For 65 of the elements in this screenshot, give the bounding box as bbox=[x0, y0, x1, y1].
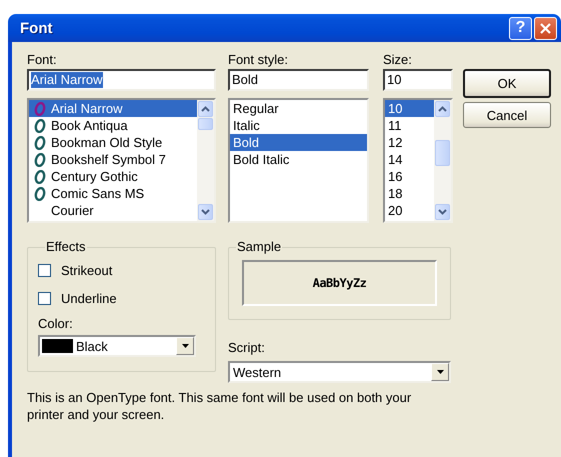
field-label: Color: bbox=[38, 316, 74, 333]
list-item[interactable]: Bookman Old Style bbox=[29, 134, 197, 151]
checkbox[interactable] bbox=[38, 292, 51, 304]
list-item[interactable]: 10 bbox=[385, 100, 434, 117]
list-item[interactable]: Bold bbox=[230, 134, 367, 151]
opentype-icon bbox=[34, 170, 46, 184]
field-label: Font style: bbox=[228, 52, 289, 69]
scroll-down-icon bbox=[201, 209, 210, 215]
scroll-thumb[interactable] bbox=[198, 118, 213, 130]
close-icon bbox=[540, 22, 551, 34]
field-label: Script: bbox=[228, 340, 266, 357]
scrollbar[interactable] bbox=[197, 100, 214, 221]
list-item[interactable]: Courier bbox=[29, 202, 197, 219]
ok-button[interactable]: OK bbox=[463, 69, 551, 98]
scroll-down-icon bbox=[438, 209, 447, 215]
field-label: Size: bbox=[383, 52, 413, 69]
input-field[interactable]: Arial Narrow bbox=[27, 69, 216, 91]
scroll-down-button[interactable] bbox=[435, 204, 450, 220]
list-item[interactable]: 20 bbox=[385, 202, 434, 219]
list-item[interactable]: 11 bbox=[385, 117, 434, 134]
opentype-icon bbox=[34, 152, 46, 166]
list-item[interactable]: Book Antiqua bbox=[29, 117, 197, 134]
opentype-icon bbox=[34, 186, 46, 200]
scroll-up-icon bbox=[438, 106, 447, 112]
list-item[interactable]: Bold Italic bbox=[230, 151, 367, 168]
list-box[interactable]: Arial Narrow Book Antiqua Bookman Old Style Bookshelf Symbol 7 Century Gothic Comic Sans MS Courier bbox=[27, 98, 216, 223]
scroll-down-button[interactable] bbox=[198, 204, 213, 220]
list-box[interactable]: 10 11 12 14 16 18 20 bbox=[383, 98, 453, 223]
checkbox[interactable] bbox=[38, 264, 51, 276]
close-button[interactable] bbox=[534, 16, 557, 40]
help-button[interactable]: ? bbox=[509, 16, 532, 40]
sample-text: AaBbYyZz bbox=[312, 276, 366, 290]
list-item[interactable]: 18 bbox=[385, 185, 434, 202]
list-item[interactable]: Italic bbox=[230, 117, 367, 134]
scroll-up-button[interactable] bbox=[435, 101, 450, 117]
cancel-button[interactable]: Cancel bbox=[463, 102, 551, 128]
list-item[interactable]: 14 bbox=[385, 151, 434, 168]
group-title: Sample bbox=[236, 240, 282, 254]
list-item[interactable]: Comic Sans MS bbox=[29, 185, 197, 202]
font-description: This is an OpenType font. This same font will be used on both your printer and your screen. bbox=[27, 389, 412, 423]
script-dropdown[interactable]: Western bbox=[228, 361, 451, 383]
opentype-icon bbox=[34, 136, 46, 150]
scroll-up-icon bbox=[201, 106, 210, 112]
scroll-thumb[interactable] bbox=[435, 140, 450, 166]
color-dropdown[interactable]: Black bbox=[38, 335, 196, 357]
group-title: Effects bbox=[45, 240, 87, 254]
scrollbar[interactable] bbox=[434, 100, 451, 221]
dropdown-arrow-icon bbox=[182, 344, 188, 348]
list-item[interactable]: Bookshelf Symbol 7 bbox=[29, 151, 197, 168]
list-item[interactable]: Regular bbox=[230, 100, 367, 117]
opentype-icon bbox=[34, 118, 46, 132]
checkbox-label: Underline bbox=[61, 290, 117, 306]
list-box[interactable]: Regular Italic Bold Bold Italic bbox=[228, 98, 369, 223]
list-item[interactable]: 16 bbox=[385, 168, 434, 185]
input-field[interactable]: Bold bbox=[228, 69, 369, 91]
opentype-icon bbox=[34, 102, 46, 116]
list-item[interactable]: Arial Narrow bbox=[29, 100, 197, 117]
list-item[interactable]: Century Gothic bbox=[29, 168, 197, 185]
input-field[interactable]: 10 bbox=[383, 69, 453, 91]
window-title: Font bbox=[20, 20, 54, 36]
scroll-up-button[interactable] bbox=[198, 101, 213, 117]
dropdown-arrow-icon bbox=[436, 370, 444, 374]
field-label: Font: bbox=[27, 52, 58, 69]
checkbox-label: Strikeout bbox=[61, 262, 112, 278]
list-item[interactable]: 12 bbox=[385, 134, 434, 151]
